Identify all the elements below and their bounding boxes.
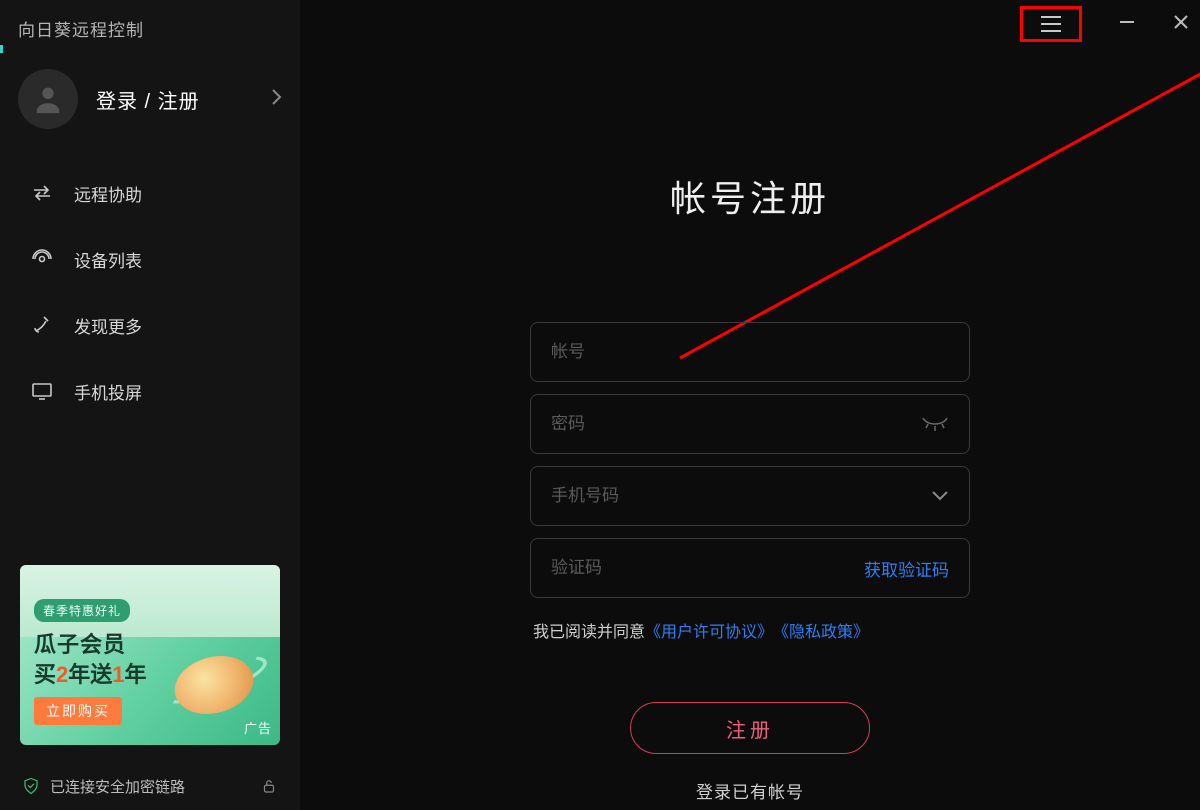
broadcast-icon xyxy=(28,245,56,273)
chevron-down-icon[interactable] xyxy=(931,490,949,502)
sidebar-nav: 远程协助 设备列表 发现更多 手机投屏 xyxy=(0,149,300,405)
minimize-button[interactable] xyxy=(1118,11,1136,37)
promo-buy-button[interactable]: 立即购买 xyxy=(34,697,122,725)
app-window: 向日葵远程控制 登录 / 注册 远程协助 设备列表 xyxy=(0,0,1200,810)
status-text: 已连接安全加密链路 xyxy=(50,776,185,797)
user-icon xyxy=(31,82,65,116)
sidebar-item-label: 发现更多 xyxy=(74,313,142,338)
account-field[interactable] xyxy=(530,322,970,382)
promo-line2-num2: 1 xyxy=(112,662,124,687)
eye-closed-icon[interactable] xyxy=(921,416,949,432)
promo-line2-suffix: 年 xyxy=(125,662,147,687)
sidebar-item-discover[interactable]: 发现更多 xyxy=(0,311,300,339)
user-agreement-link[interactable]: 《用户许可协议》 xyxy=(645,618,773,642)
window-title: 向日葵远程控制 xyxy=(0,0,300,51)
register-button[interactable]: 注册 xyxy=(630,702,870,754)
status-bar: 已连接安全加密链路 xyxy=(0,762,300,810)
avatar xyxy=(18,69,78,129)
agreement-row: 我已阅读并同意 《用户许可协议》 《隐私政策》 xyxy=(533,618,973,642)
promo-ad-tag: 广告 xyxy=(244,718,272,737)
password-input[interactable] xyxy=(551,414,921,434)
sidebar: 向日葵远程控制 登录 / 注册 远程协助 设备列表 xyxy=(0,0,300,810)
code-field[interactable]: 获取验证码 xyxy=(530,538,970,598)
swap-icon xyxy=(28,179,56,207)
minimize-icon xyxy=(1118,13,1136,31)
close-icon xyxy=(1172,13,1190,31)
privacy-policy-link[interactable]: 《隐私政策》 xyxy=(773,618,869,642)
account-input[interactable] xyxy=(551,342,949,362)
shield-icon xyxy=(22,777,40,795)
login-existing-link[interactable]: 登录已有帐号 xyxy=(696,778,804,803)
form-title: 帐号注册 xyxy=(670,170,830,222)
promo-line2-mid: 年送 xyxy=(68,662,112,687)
code-input[interactable] xyxy=(551,558,864,578)
cast-icon xyxy=(28,377,56,405)
phone-field[interactable] xyxy=(530,466,970,526)
satellite-icon xyxy=(28,311,56,339)
promo-line2-num1: 2 xyxy=(56,662,68,687)
promo-line1: 瓜子会员 xyxy=(34,627,126,659)
get-code-button[interactable]: 获取验证码 xyxy=(864,556,949,581)
sidebar-item-label: 远程协助 xyxy=(74,181,142,206)
account-login-row[interactable]: 登录 / 注册 xyxy=(0,51,300,149)
main-content: 帐号注册 获取验证码 我已阅读并同意 xyxy=(300,0,1200,810)
sidebar-item-remote-assist[interactable]: 远程协助 xyxy=(0,179,300,207)
account-label: 登录 / 注册 xyxy=(96,85,270,114)
password-field[interactable] xyxy=(530,394,970,454)
promo-banner[interactable]: 春季特惠好礼 瓜子会员 买2年送1年 立即购买 广告 xyxy=(20,565,280,745)
sidebar-item-screen-cast[interactable]: 手机投屏 xyxy=(0,377,300,405)
promo-line2-prefix: 买 xyxy=(34,662,56,687)
sidebar-item-label: 手机投屏 xyxy=(74,379,142,404)
promo-line2: 买2年送1年 xyxy=(34,657,147,689)
lock-icon[interactable] xyxy=(260,777,278,795)
agree-prefix: 我已阅读并同意 xyxy=(533,618,645,642)
register-form: 帐号注册 获取验证码 我已阅读并同意 xyxy=(300,170,1200,803)
close-button[interactable] xyxy=(1172,13,1190,36)
sidebar-item-device-list[interactable]: 设备列表 xyxy=(0,245,300,273)
window-controls xyxy=(1020,6,1190,42)
hamburger-icon xyxy=(1039,15,1063,33)
phone-input[interactable] xyxy=(551,486,931,506)
sidebar-item-label: 设备列表 xyxy=(74,247,142,272)
accent-indicator xyxy=(0,45,3,53)
promo-pill: 春季特惠好礼 xyxy=(34,599,130,622)
menu-button[interactable] xyxy=(1020,6,1082,42)
chevron-right-icon xyxy=(270,88,282,111)
